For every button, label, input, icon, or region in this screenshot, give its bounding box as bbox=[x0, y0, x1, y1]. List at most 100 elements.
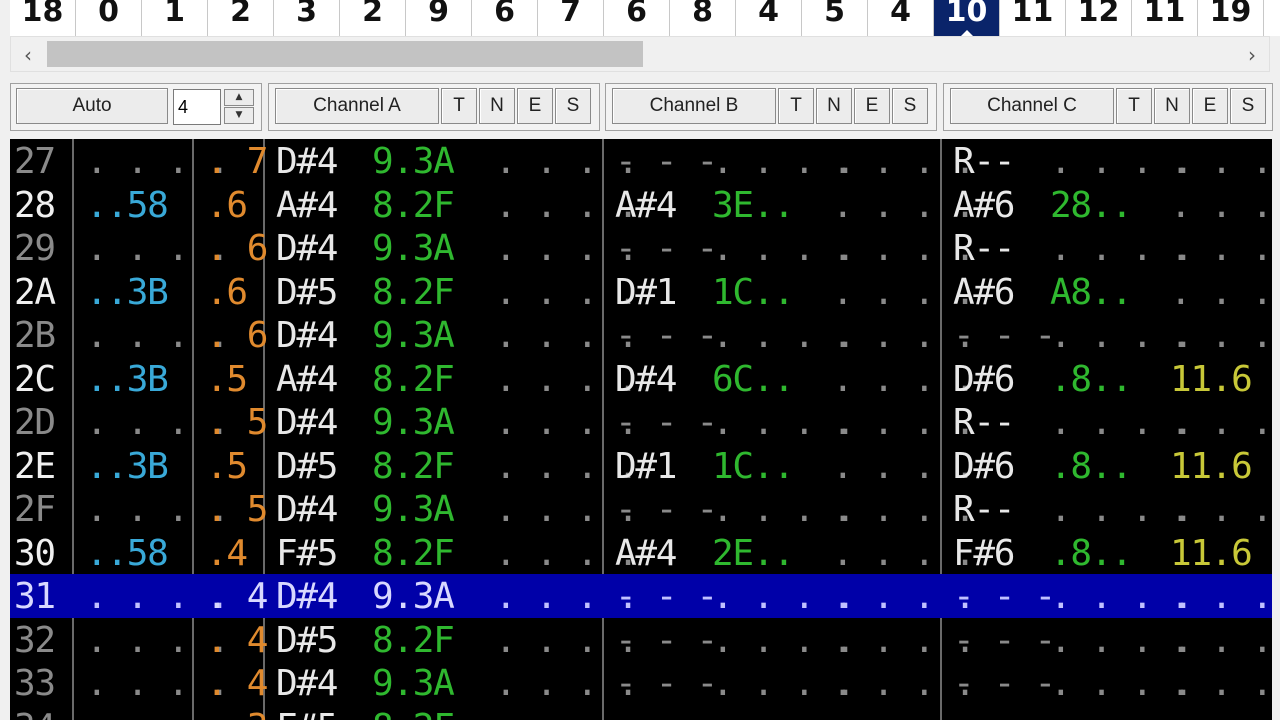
step-input[interactable]: 4 bbox=[173, 89, 221, 125]
channel-a-header: Channel A T N E S bbox=[268, 83, 600, 131]
pattern-grid[interactable]: 27. . . .. 7 D#4 9.3A. . . .- - -. . . .. … bbox=[10, 139, 1272, 720]
current-pattern-row[interactable]: 31. . . .. 4 D#4 9.3A. . . .- - -. . . .. … bbox=[10, 574, 1272, 618]
envelope-column: .5 bbox=[206, 445, 248, 487]
channel-c-effect: . . . . bbox=[1170, 271, 1272, 313]
channel-b-noise-toggle[interactable]: N bbox=[816, 88, 852, 124]
order-item[interactable]: 11 bbox=[1132, 0, 1198, 36]
channel-c-effect: . . . . bbox=[1170, 489, 1272, 530]
order-item[interactable]: 12 bbox=[1066, 0, 1132, 36]
row-number: 29 bbox=[14, 228, 56, 269]
order-number: 12 bbox=[1077, 0, 1120, 29]
channel-c-effect: . . . . bbox=[1170, 141, 1272, 182]
channel-c-button[interactable]: Channel C bbox=[950, 88, 1114, 124]
channel-c-note: - - - bbox=[953, 315, 1056, 356]
order-scrollbar[interactable]: ‹ › bbox=[10, 36, 1270, 72]
channel-c-note: F#6 bbox=[953, 532, 1015, 574]
order-item[interactable]: 9 bbox=[406, 0, 472, 36]
order-item[interactable]: 2 bbox=[340, 0, 406, 36]
order-item[interactable]: 0 bbox=[76, 0, 142, 36]
envelope-column: . 4 bbox=[206, 619, 268, 661]
envelope-column: .4 bbox=[206, 532, 248, 574]
channel-c-effect: . . . . bbox=[1170, 402, 1272, 443]
row-number: 33 bbox=[14, 663, 56, 704]
step-down-arrow-icon[interactable]: ▼ bbox=[224, 107, 254, 124]
channel-b-note: A#4 bbox=[615, 532, 677, 574]
pattern-row[interactable]: 2C ..3B .5 A#4 8.2F. . . . D#4 6C... . . . D#6.… bbox=[10, 357, 1272, 401]
channel-a-note: D#4 bbox=[276, 489, 338, 530]
channel-b-solo-toggle[interactable]: S bbox=[892, 88, 928, 124]
channel-b-note: D#1 bbox=[615, 271, 677, 313]
order-item[interactable]: 3 bbox=[274, 0, 340, 36]
order-item[interactable]: 7 bbox=[538, 0, 604, 36]
order-item[interactable]: 4 bbox=[736, 0, 802, 36]
channel-a-instrument: 9.3A bbox=[372, 228, 455, 269]
channel-a-instrument: 8.2F bbox=[372, 271, 455, 313]
channel-c-effect: . . . . bbox=[1170, 663, 1272, 704]
pattern-row[interactable]: 2B. . . .. 6 D#4 9.3A. . . .- - -. . . .. … bbox=[10, 313, 1272, 357]
channel-a-instrument: 9.3A bbox=[372, 489, 455, 530]
pattern-row[interactable]: 34. . . .. 3F#58.2F. . . .- - -. . . .. … bbox=[10, 705, 1272, 720]
edit-step-panel: Auto 4 ▲ ▼ bbox=[10, 83, 262, 131]
order-item[interactable]: 6 bbox=[472, 0, 538, 36]
channel-b-tone-toggle[interactable]: T bbox=[778, 88, 814, 124]
channel-b-envelope-toggle[interactable]: E bbox=[854, 88, 890, 124]
channel-c-note: R-- bbox=[953, 228, 1015, 269]
step-up-arrow-icon[interactable]: ▲ bbox=[224, 89, 254, 106]
channel-c-note: - - - bbox=[953, 576, 1056, 617]
pattern-row[interactable]: 27. . . .. 7 D#4 9.3A. . . .- - -. . . .. … bbox=[10, 139, 1272, 183]
channel-c-solo-toggle[interactable]: S bbox=[1230, 88, 1266, 124]
channel-c-noise-toggle[interactable]: N bbox=[1154, 88, 1190, 124]
order-item[interactable]: 1 bbox=[142, 0, 208, 36]
pattern-row[interactable]: 2D. . . .. 5 D#4 9.3A. . . .- - -. . . .. … bbox=[10, 400, 1272, 444]
order-item[interactable]: 18 bbox=[10, 0, 76, 36]
order-number: 3 bbox=[296, 0, 317, 29]
channel-b-note: D#1 bbox=[615, 445, 677, 487]
channel-b-instrument: 2E.. bbox=[712, 532, 795, 574]
channel-b-note: A#4 bbox=[615, 184, 677, 226]
order-item[interactable]: 6 bbox=[604, 0, 670, 36]
order-item[interactable]: 19 bbox=[1198, 0, 1264, 36]
channel-a-tone-toggle[interactable]: T bbox=[441, 88, 477, 124]
channel-a-note: D#5 bbox=[276, 271, 338, 313]
order-item[interactable]: 11 bbox=[1000, 0, 1066, 36]
pattern-row[interactable]: 32. . . .. 4 D#5 8.2F. . . .- - -. . . .. … bbox=[10, 618, 1272, 662]
row-number: 2C bbox=[14, 358, 56, 400]
envelope-column: . 7 bbox=[206, 141, 268, 182]
channel-c-tone-toggle[interactable]: T bbox=[1116, 88, 1152, 124]
channel-c-instrument: .8.. bbox=[1050, 532, 1133, 574]
order-item[interactable]: 5 bbox=[802, 0, 868, 36]
channel-c-note: R-- bbox=[953, 402, 1015, 443]
scroll-left-arrow-icon[interactable]: ‹ bbox=[13, 43, 43, 67]
channel-c-note: D#6 bbox=[953, 445, 1015, 487]
row-number: 32 bbox=[14, 619, 56, 661]
pattern-row[interactable]: 30 ..58.4 F#5 8.2F. . . . A#4 2E... . . . F#6.… bbox=[10, 531, 1272, 575]
channel-a-noise-toggle[interactable]: N bbox=[479, 88, 515, 124]
pattern-row[interactable]: 33. . . .. 4 D#4 9.3A. . . .- - -. . . .. … bbox=[10, 661, 1272, 705]
channel-a-solo-toggle[interactable]: S bbox=[555, 88, 591, 124]
channel-b-button[interactable]: Channel B bbox=[612, 88, 776, 124]
channel-c-effect: . . . . bbox=[1170, 705, 1272, 720]
auto-button[interactable]: Auto bbox=[16, 88, 168, 124]
order-item[interactable]: 8 bbox=[670, 0, 736, 36]
pattern-row[interactable]: 2A ..3B .6 D#5 8.2F. . . . D#1 1C... . . . A#6 A… bbox=[10, 270, 1272, 314]
envelope-column: .6 bbox=[206, 184, 248, 226]
pattern-row[interactable]: 29. . . .. 6 D#4 9.3A. . . .- - -. . . .. … bbox=[10, 226, 1272, 270]
order-item[interactable]: 4 bbox=[868, 0, 934, 36]
channel-a-envelope-toggle[interactable]: E bbox=[517, 88, 553, 124]
order-item-selected[interactable]: 10 bbox=[934, 0, 1000, 36]
pattern-row[interactable]: 2E ..3B .5 D#5 8.2F. . . . D#1 1C... . . . D#6.… bbox=[10, 444, 1272, 488]
scroll-right-arrow-icon[interactable]: › bbox=[1237, 43, 1267, 67]
channel-c-note: R-- bbox=[953, 489, 1015, 530]
channel-c-envelope-toggle[interactable]: E bbox=[1192, 88, 1228, 124]
scrollbar-thumb[interactable] bbox=[47, 41, 643, 67]
channel-c-note: D#6 bbox=[953, 358, 1015, 400]
channel-a-note: D#4 bbox=[276, 141, 338, 182]
channel-a-note: D#4 bbox=[276, 663, 338, 704]
channel-a-note: D#4 bbox=[276, 402, 338, 443]
channel-c-note: R-- bbox=[953, 141, 1015, 182]
pattern-row[interactable]: 28 ..58.6 A#4 8.2F. . . . A#4 3E... . . . A#6 2… bbox=[10, 183, 1272, 227]
order-number: 19 bbox=[1209, 0, 1252, 29]
channel-a-button[interactable]: Channel A bbox=[275, 88, 439, 124]
pattern-row[interactable]: 2F. . . .. 5 D#4 9.3A. . . .- - -. . . .. … bbox=[10, 487, 1272, 531]
order-item[interactable]: 2 bbox=[208, 0, 274, 36]
